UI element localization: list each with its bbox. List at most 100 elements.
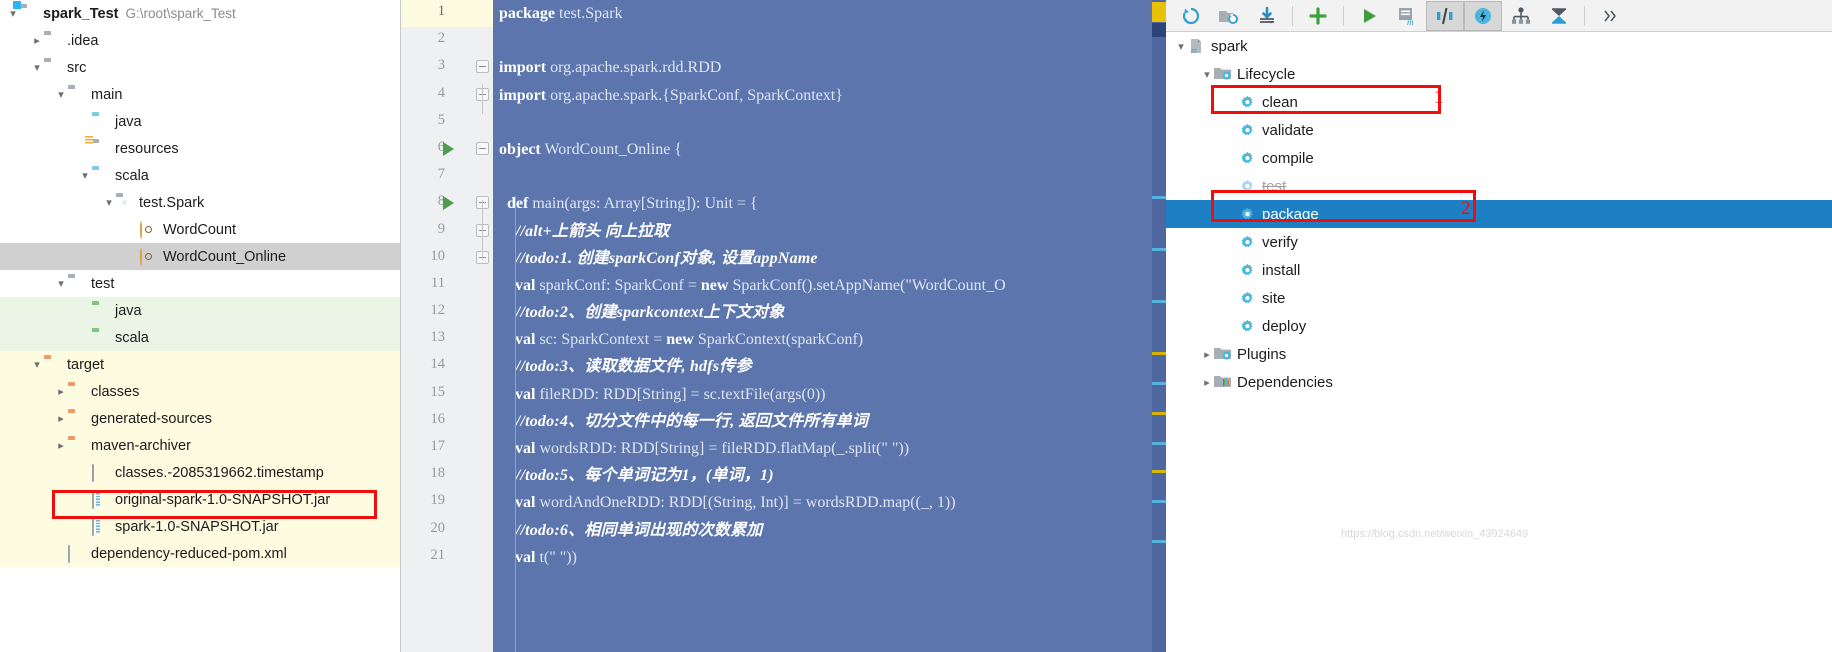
- maven-tree-item-site[interactable]: ▸site: [1166, 284, 1832, 312]
- project-tree-row[interactable]: ▸original-spark-1.0-SNAPSHOT.jar: [0, 486, 400, 513]
- project-tree-row[interactable]: ▸classes.-2085319662.timestamp: [0, 459, 400, 486]
- gutter-line[interactable]: 2: [401, 27, 493, 54]
- chevron-down-icon[interactable]: ▾: [102, 196, 116, 209]
- maven-tree-item-validate[interactable]: ▸validate: [1166, 116, 1832, 144]
- project-tree-row[interactable]: ▾ test.Spark: [0, 189, 400, 216]
- gutter-line[interactable]: 11: [401, 272, 493, 299]
- run-gutter-icon[interactable]: [443, 196, 454, 211]
- project-tree-row[interactable]: ▾ main: [0, 81, 400, 108]
- maven-tree-item-package[interactable]: ▸package: [1166, 200, 1832, 228]
- gutter-line[interactable]: 15: [401, 381, 493, 408]
- gutter-line[interactable]: 12: [401, 299, 493, 326]
- toggle-skip-tests-icon[interactable]: [1464, 0, 1502, 31]
- project-tree-row[interactable]: ▸ classes: [0, 378, 400, 405]
- gutter-line[interactable]: 20: [401, 517, 493, 544]
- project-tool-window[interactable]: ▾ spark_Test G:\root\spark_Test ▸ .idea ▾ src ▾…: [0, 0, 401, 652]
- add-maven-project-icon[interactable]: [1299, 1, 1337, 31]
- chevron-right-icon[interactable]: ▸: [54, 412, 68, 425]
- inspection-status-icon[interactable]: [1152, 2, 1166, 22]
- code-line[interactable]: val t(" ")): [493, 544, 1166, 571]
- project-tree-row[interactable]: ▸ generated-sources: [0, 405, 400, 432]
- maven-tree-item-lifecycle[interactable]: ▾ Lifecycle: [1166, 60, 1832, 88]
- gutter-line[interactable]: 14: [401, 353, 493, 380]
- chevron-right-icon[interactable]: ▸: [54, 439, 68, 452]
- gutter-line[interactable]: 17: [401, 435, 493, 462]
- run-gutter-icon[interactable]: [443, 141, 454, 156]
- download-sources-icon[interactable]: [1248, 1, 1286, 31]
- project-tree-row[interactable]: ▾ spark_Test G:\root\spark_Test: [0, 0, 400, 27]
- chevron-down-icon[interactable]: ▾: [54, 88, 68, 101]
- code-line[interactable]: val sc: SparkContext = new SparkContext(…: [493, 326, 1166, 353]
- chevron-down-icon[interactable]: ▾: [30, 358, 44, 371]
- code-line[interactable]: def main(args: Array[String]): Unit = {: [493, 190, 1166, 217]
- chevron-down-icon[interactable]: ▾: [1174, 40, 1188, 53]
- code-line[interactable]: import org.apache.spark.{SparkConf, Spar…: [493, 82, 1166, 109]
- code-line[interactable]: //todo:3、读取数据文件, hdfs传参: [493, 353, 1166, 380]
- project-tree-row[interactable]: ▸dependency-reduced-pom.xml: [0, 540, 400, 567]
- maven-tree-item-verify[interactable]: ▸verify: [1166, 228, 1832, 256]
- project-tree-row[interactable]: ▸WordCount_Online: [0, 243, 400, 270]
- code-line[interactable]: //todo:6、相同单词出现的次数累加: [493, 517, 1166, 544]
- chevron-down-icon[interactable]: ▾: [1200, 68, 1214, 81]
- gutter-line[interactable]: 7: [401, 163, 493, 190]
- maven-tree-item-install[interactable]: ▸install: [1166, 256, 1832, 284]
- gutter-line[interactable]: 4: [401, 82, 493, 109]
- project-tree-row[interactable]: ▸ maven-archiver: [0, 432, 400, 459]
- fold-toggle-icon[interactable]: [476, 141, 489, 155]
- project-tree-row[interactable]: ▾ scala: [0, 162, 400, 189]
- gutter-line[interactable]: 18: [401, 462, 493, 489]
- chevron-right-icon[interactable]: ▸: [54, 385, 68, 398]
- code-editor[interactable]: 1 2 3 4 5 6 7 8 9 10 11 12 13 14 15 16 17 18 19 20 21 packag…: [401, 0, 1166, 652]
- gutter-line[interactable]: 3: [401, 54, 493, 81]
- generate-sources-icon[interactable]: [1210, 1, 1248, 31]
- code-line[interactable]: [493, 163, 1166, 190]
- chevron-down-icon[interactable]: ▾: [78, 169, 92, 182]
- chevron-right-icon[interactable]: ▸: [1200, 348, 1214, 361]
- gutter-line[interactable]: 10: [401, 245, 493, 272]
- project-tree-row[interactable]: ▾ src: [0, 54, 400, 81]
- reimport-icon[interactable]: [1172, 1, 1210, 31]
- maven-tree-item-clean[interactable]: ▸clean: [1166, 88, 1832, 116]
- gutter-line[interactable]: 1: [401, 0, 493, 28]
- code-line[interactable]: val fileRDD: RDD[String] = sc.textFile(a…: [493, 381, 1166, 408]
- show-dependencies-icon[interactable]: [1502, 1, 1540, 31]
- chevron-right-icon[interactable]: ▸: [1200, 376, 1214, 389]
- gutter-line[interactable]: 13: [401, 326, 493, 353]
- gutter-line[interactable]: 9: [401, 218, 493, 245]
- code-line[interactable]: package test.Spark: [493, 0, 1166, 27]
- editor-code-area[interactable]: package test.Spark import org.apache.spa…: [493, 0, 1166, 652]
- scrollbar-thumb[interactable]: [1152, 23, 1166, 37]
- code-line[interactable]: //todo:4、切分文件中的每一行, 返回文件所有单词: [493, 408, 1166, 435]
- editor-gutter[interactable]: 1 2 3 4 5 6 7 8 9 10 11 12 13 14 15 16 17 18 19 20 21: [401, 0, 493, 652]
- execute-maven-goal-icon[interactable]: m: [1388, 1, 1426, 31]
- chevron-right-icon[interactable]: ▸: [30, 34, 44, 47]
- maven-tree-item-deploy[interactable]: ▸deploy: [1166, 312, 1832, 340]
- code-line[interactable]: [493, 27, 1166, 54]
- project-tree-row[interactable]: ▸ .idea: [0, 27, 400, 54]
- collapse-all-icon[interactable]: [1540, 1, 1578, 31]
- project-tree-row[interactable]: ▸scala: [0, 324, 400, 351]
- project-tree-row[interactable]: ▾ target: [0, 351, 400, 378]
- code-line[interactable]: //todo:2、创建sparkcontext上下文对象: [493, 299, 1166, 326]
- project-tree-row[interactable]: ▸spark-1.0-SNAPSHOT.jar: [0, 513, 400, 540]
- code-line[interactable]: val wordAndOneRDD: RDD[(String, Int)] = …: [493, 489, 1166, 516]
- maven-tree-item-test[interactable]: ▸test: [1166, 172, 1832, 200]
- editor-marker-stripe[interactable]: [1152, 0, 1166, 652]
- project-tree-row[interactable]: ▸WordCount: [0, 216, 400, 243]
- toggle-offline-mode-icon[interactable]: [1426, 0, 1464, 31]
- gutter-line[interactable]: 8: [401, 190, 493, 217]
- gutter-line[interactable]: 6: [401, 136, 493, 163]
- code-line[interactable]: val wordsRDD: RDD[String] = fileRDD.flat…: [493, 435, 1166, 462]
- code-line[interactable]: import org.apache.spark.rdd.RDD: [493, 54, 1166, 81]
- maven-toolbar[interactable]: m: [1166, 0, 1832, 32]
- code-line[interactable]: [493, 109, 1166, 136]
- gutter-line[interactable]: 5: [401, 109, 493, 136]
- maven-tree-item-compile[interactable]: ▸compile: [1166, 144, 1832, 172]
- gutter-line[interactable]: 19: [401, 489, 493, 516]
- code-line[interactable]: object WordCount_Online {: [493, 136, 1166, 163]
- maven-tree-item-dependencies[interactable]: ▸ Dependencies: [1166, 368, 1832, 396]
- fold-toggle-icon[interactable]: [476, 60, 489, 74]
- more-options-icon[interactable]: [1591, 1, 1629, 31]
- code-line[interactable]: val sparkConf: SparkConf = new SparkConf…: [493, 272, 1166, 299]
- chevron-down-icon[interactable]: ▾: [54, 277, 68, 290]
